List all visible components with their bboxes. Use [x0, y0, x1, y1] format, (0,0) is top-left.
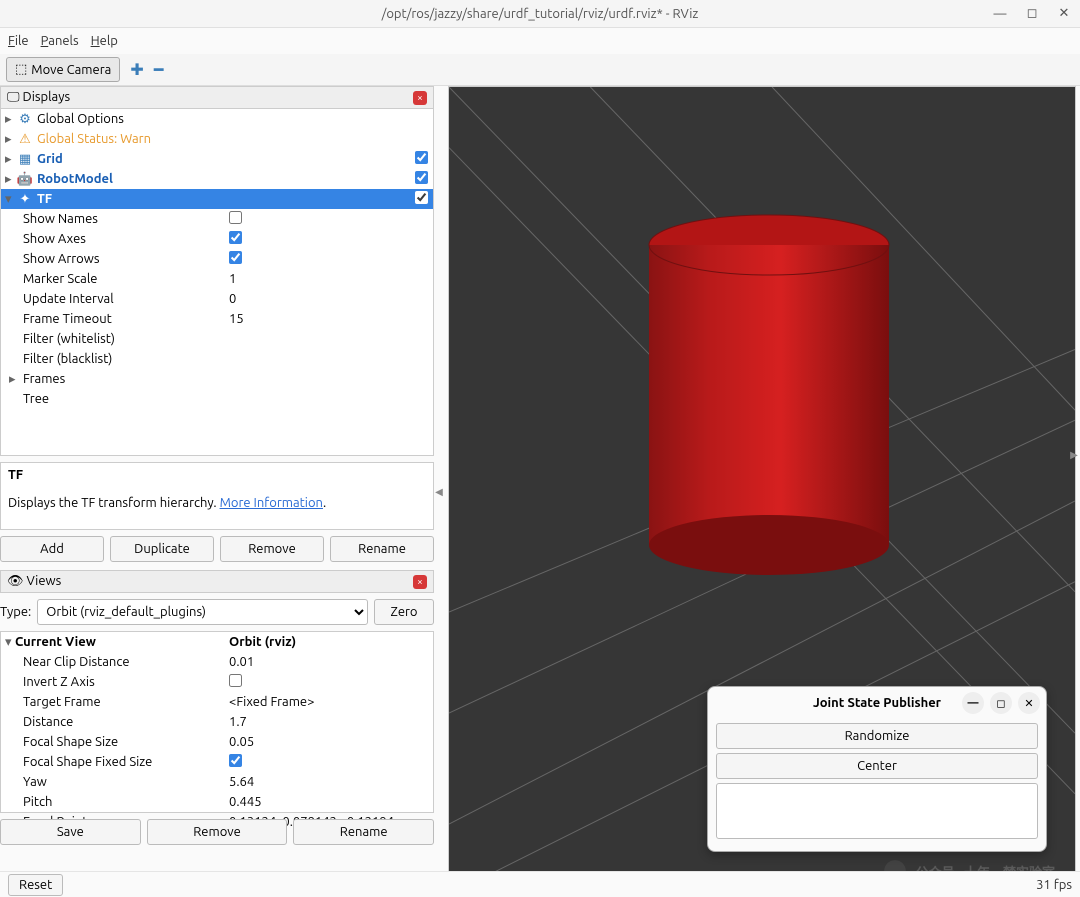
tree-row-frames[interactable]: ▸ Frames — [1, 369, 433, 389]
save-view-button[interactable]: Save — [0, 819, 141, 845]
tree-row-near-clip[interactable]: Near Clip Distance 0.01 — [1, 652, 433, 672]
tree-row-frame-timeout[interactable]: Frame Timeout 15 — [1, 309, 433, 329]
minimize-icon[interactable]: — — [992, 6, 1008, 22]
remove-button[interactable]: Remove — [220, 536, 324, 562]
displays-tree[interactable]: ▸⚙ Global Options ▸⚠ Global Status: Warn… — [0, 109, 434, 456]
jsp-close-icon[interactable]: ✕ — [1018, 692, 1040, 714]
type-label: Type: — [0, 605, 31, 619]
cylinder-model — [639, 205, 899, 585]
status-bar: Reset 31 fps — [0, 871, 1080, 897]
rename-view-button[interactable]: Rename — [293, 819, 434, 845]
tf-checkbox[interactable] — [415, 191, 428, 204]
menu-panels[interactable]: Panels — [41, 34, 79, 48]
zero-button[interactable]: Zero — [374, 599, 434, 625]
maximize-icon[interactable]: ◻ — [1024, 6, 1040, 22]
view-type-select[interactable]: Orbit (rviz_default_plugins) — [37, 599, 368, 625]
grid-icon: ▦ — [17, 152, 33, 167]
close-icon[interactable]: ✕ — [1056, 6, 1072, 22]
reset-button[interactable]: Reset — [8, 874, 63, 896]
remove-view-button[interactable]: Remove — [147, 819, 288, 845]
fps-label: 31 fps — [1036, 878, 1072, 892]
views-header: 👁 Views × — [0, 570, 434, 593]
tree-row-pitch[interactable]: Pitch 0.445 — [1, 792, 433, 812]
more-info-link[interactable]: More Information — [220, 496, 323, 510]
interact-icon: ⬚ — [15, 62, 27, 77]
robot-icon: 🤖 — [17, 172, 33, 187]
tree-row-invert-z[interactable]: Invert Z Axis — [1, 672, 433, 692]
tree-row-update-interval[interactable]: Update Interval 0 — [1, 289, 433, 309]
add-tool-icon[interactable]: ✚ — [130, 60, 143, 79]
tree-row-tree[interactable]: Tree — [1, 389, 433, 409]
jsp-maximize-icon[interactable]: ◻ — [990, 692, 1012, 714]
tree-row-show-names[interactable]: Show Names — [1, 209, 433, 229]
tree-row-distance[interactable]: Distance 1.7 — [1, 712, 433, 732]
tree-row-marker-scale[interactable]: Marker Scale 1 — [1, 269, 433, 289]
menu-help[interactable]: Help — [91, 34, 118, 48]
robotmodel-checkbox[interactable] — [415, 171, 428, 184]
description-panel: TF Displays the TF transform hierarchy. … — [0, 462, 434, 530]
tree-row-global-options[interactable]: ▸⚙ Global Options — [1, 109, 433, 129]
tree-row-target-frame[interactable]: Target Frame <Fixed Frame> — [1, 692, 433, 712]
invert-z-checkbox[interactable] — [229, 674, 242, 687]
tree-row-show-axes[interactable]: Show Axes — [1, 229, 433, 249]
menu-file[interactable]: File — [8, 34, 29, 48]
3d-viewport[interactable]: 公众号 · 十年一梦实验室 Joint State Publisher — ◻ … — [448, 86, 1076, 893]
tree-row-current-view[interactable]: ▾ Current View Orbit (rviz) — [1, 632, 433, 652]
tree-row-yaw[interactable]: Yaw 5.64 — [1, 772, 433, 792]
show-axes-checkbox[interactable] — [229, 231, 242, 244]
randomize-button[interactable]: Randomize — [716, 723, 1038, 749]
tree-row-focal-shape-fixed[interactable]: Focal Shape Fixed Size — [1, 752, 433, 772]
window-title: /opt/ros/jazzy/share/urdf_tutorial/rviz/… — [382, 7, 699, 21]
jsp-minimize-icon[interactable]: — — [962, 692, 984, 714]
center-button[interactable]: Center — [716, 753, 1038, 779]
tree-row-global-status[interactable]: ▸⚠ Global Status: Warn — [1, 129, 433, 149]
monitor-icon: 🖵 — [7, 90, 23, 104]
tree-row-grid[interactable]: ▸▦ Grid — [1, 149, 433, 169]
move-camera-button[interactable]: ⬚ Move Camera — [6, 57, 120, 82]
tf-icon: ✦ — [17, 192, 33, 207]
grid-checkbox[interactable] — [415, 151, 428, 164]
jsp-title: Joint State Publisher — ◻ ✕ — [708, 687, 1046, 719]
show-arrows-checkbox[interactable] — [229, 251, 242, 264]
joint-state-publisher-window[interactable]: Joint State Publisher — ◻ ✕ Randomize Ce… — [707, 686, 1047, 852]
show-names-checkbox[interactable] — [229, 211, 242, 224]
views-tree[interactable]: ▾ Current View Orbit (rviz) Near Clip Di… — [0, 631, 434, 813]
gear-icon: ⚙ — [17, 112, 33, 127]
tree-row-robotmodel[interactable]: ▸🤖 RobotModel — [1, 169, 433, 189]
tree-row-show-arrows[interactable]: Show Arrows — [1, 249, 433, 269]
toolbar: ⬚ Move Camera ✚ ━ — [0, 54, 1080, 86]
rename-button[interactable]: Rename — [330, 536, 434, 562]
jsp-empty-area — [716, 783, 1038, 839]
duplicate-button[interactable]: Duplicate — [110, 536, 214, 562]
focal-shape-fixed-checkbox[interactable] — [229, 754, 242, 767]
tree-row-filter-whitelist[interactable]: Filter (whitelist) — [1, 329, 433, 349]
warn-icon: ⚠ — [17, 132, 33, 147]
tree-row-focal-shape-size[interactable]: Focal Shape Size 0.05 — [1, 732, 433, 752]
remove-tool-icon[interactable]: ━ — [154, 60, 164, 79]
tree-row-filter-blacklist[interactable]: Filter (blacklist) — [1, 349, 433, 369]
eye-icon: 👁 — [7, 574, 26, 588]
add-button[interactable]: Add — [0, 536, 104, 562]
menubar: File Panels Help — [0, 28, 1080, 54]
displays-header: 🖵 Displays × — [0, 86, 434, 109]
titlebar: /opt/ros/jazzy/share/urdf_tutorial/rviz/… — [0, 0, 1080, 28]
splitter-left[interactable]: ◀ — [434, 86, 444, 897]
close-views-icon[interactable]: × — [413, 575, 427, 589]
close-panel-icon[interactable]: × — [413, 91, 427, 105]
splitter-right[interactable]: ▶ — [1068, 449, 1080, 461]
tree-row-tf[interactable]: ▾✦ TF — [1, 189, 433, 209]
